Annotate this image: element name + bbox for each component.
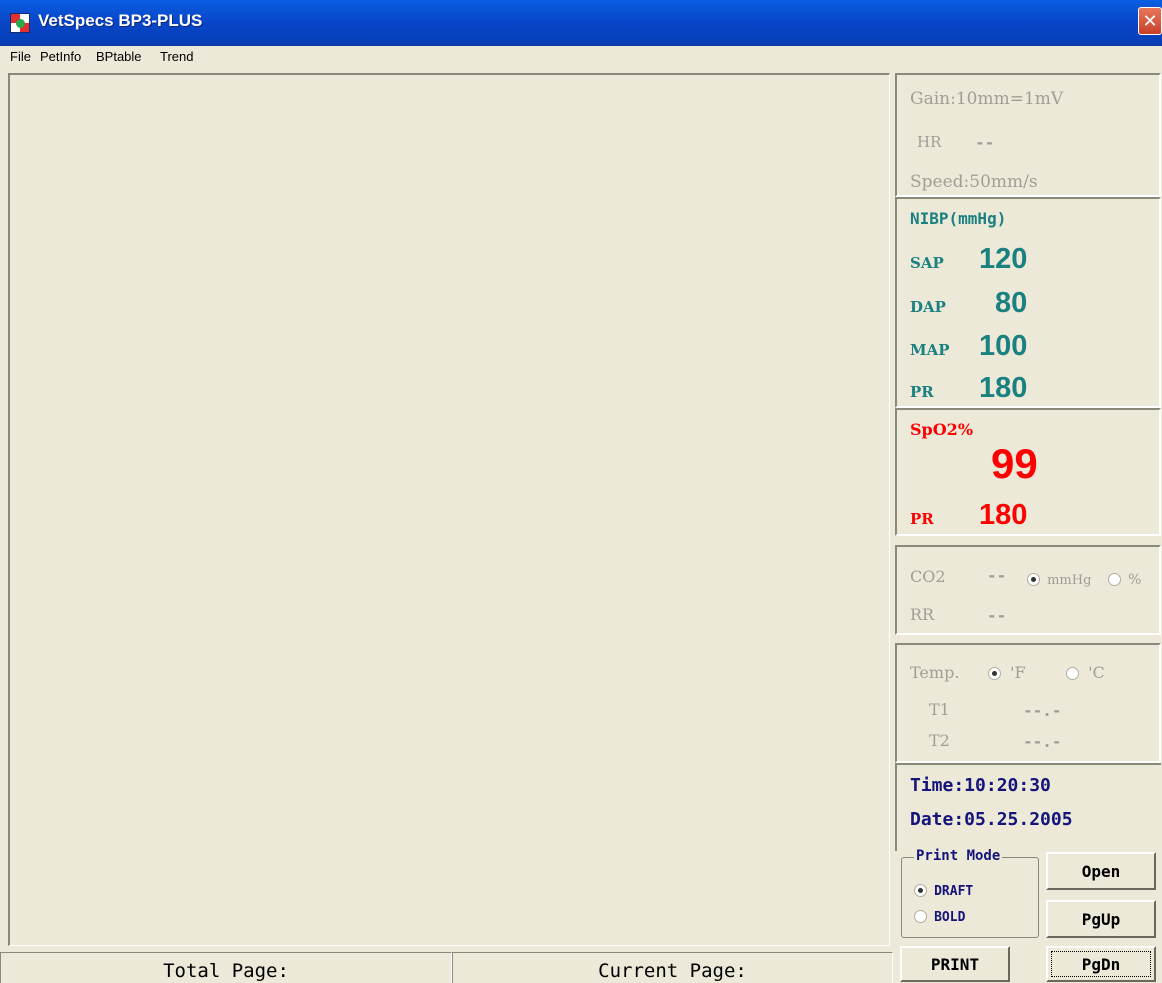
- bold-label: BOLD: [934, 910, 966, 925]
- co2-mmhg-label: mmHg: [1047, 573, 1092, 588]
- t1-value: --.-: [1023, 701, 1062, 720]
- co2-label: CO2: [910, 567, 946, 586]
- total-page-status: Total Page:: [0, 952, 452, 983]
- radio-icon: [914, 884, 927, 897]
- draft-radio[interactable]: DRAFT: [914, 880, 973, 899]
- dap-value: 80: [995, 287, 1028, 319]
- time-label: Time:10:20:30: [910, 775, 1051, 796]
- radio-icon: [914, 910, 927, 923]
- print-button[interactable]: PRINT: [900, 946, 1010, 982]
- nibp-panel: NIBP(mmHg) SAP 120 DAP 80 MAP 100 PR 180: [895, 197, 1161, 408]
- radio-icon: [1027, 573, 1040, 586]
- pgup-button[interactable]: PgUp: [1046, 900, 1156, 938]
- hr-value: --: [975, 133, 995, 152]
- pgdn-button[interactable]: PgDn: [1046, 946, 1156, 982]
- map-value: 100: [979, 330, 1028, 362]
- hr-label: HR: [917, 133, 942, 151]
- open-button[interactable]: Open: [1046, 852, 1156, 890]
- menu-trend[interactable]: Trend: [160, 49, 193, 64]
- nibp-title: NIBP(mmHg): [910, 209, 1007, 228]
- nibp-pr-value: 180: [979, 372, 1028, 404]
- draft-label: DRAFT: [934, 884, 974, 899]
- print-mode-group: Print Mode DRAFT BOLD: [901, 848, 1039, 938]
- clock-panel: Time:10:20:30 Date:05.25.2005: [895, 763, 1161, 851]
- gain-label: Gain:10mm=1mV: [910, 89, 1064, 109]
- spo2-pr-label: PR: [910, 510, 934, 528]
- spo2-pr-value: 180: [979, 499, 1028, 531]
- co2-panel: CO2 -- mmHg % RR --: [895, 545, 1161, 635]
- co2-percent-label: %: [1128, 572, 1142, 588]
- spo2-title: SpO2%: [910, 420, 974, 439]
- waveform-canvas[interactable]: [8, 73, 890, 946]
- t2-label: T2: [929, 731, 950, 750]
- window-title: VetSpecs BP3-PLUS: [38, 11, 203, 30]
- speed-label: Speed:50mm/s: [910, 172, 1038, 192]
- menu-bar: File PetInfo BPtable Trend: [0, 46, 1162, 70]
- radio-icon: [1108, 573, 1121, 586]
- dap-label: DAP: [910, 298, 946, 316]
- app-icon: [10, 13, 30, 33]
- rr-value: --: [987, 606, 1007, 625]
- current-page-label: Current Page:: [598, 960, 747, 982]
- co2-mmhg-radio[interactable]: mmHg: [1027, 569, 1091, 588]
- menu-file[interactable]: File: [10, 49, 31, 64]
- rr-label: RR: [910, 605, 935, 624]
- sap-label: SAP: [910, 254, 944, 272]
- sap-value: 120: [979, 243, 1028, 275]
- co2-value: --: [987, 566, 1007, 585]
- print-mode-title: Print Mode: [914, 848, 1003, 864]
- date-label: Date:05.25.2005: [910, 809, 1073, 830]
- radio-icon: [1066, 667, 1079, 680]
- title-bar: VetSpecs BP3-PLUS ✕: [0, 0, 1162, 46]
- total-page-label: Total Page:: [163, 960, 289, 982]
- temp-label: Temp.: [910, 663, 960, 682]
- radio-icon: [988, 667, 1001, 680]
- menu-bptable[interactable]: BPtable: [96, 49, 142, 64]
- t2-value: --.-: [1023, 732, 1062, 751]
- spo2-value: 99: [991, 440, 1038, 487]
- spo2-panel: SpO2% 99 PR 180: [895, 408, 1161, 536]
- bold-radio[interactable]: BOLD: [914, 906, 965, 925]
- temp-f-label: 'F: [1010, 663, 1026, 682]
- temp-panel: Temp. 'F 'C T1 --.- T2 --.-: [895, 643, 1161, 763]
- close-button[interactable]: ✕: [1138, 7, 1162, 35]
- t1-label: T1: [929, 700, 950, 719]
- co2-percent-radio[interactable]: %: [1108, 569, 1141, 588]
- temp-c-radio[interactable]: 'C: [1066, 663, 1105, 682]
- nibp-pr-label: PR: [910, 383, 934, 401]
- menu-petinfo[interactable]: PetInfo: [40, 49, 81, 64]
- ecg-panel: Gain:10mm=1mV HR -- Speed:50mm/s: [895, 73, 1161, 197]
- temp-c-label: 'C: [1088, 663, 1105, 682]
- map-label: MAP: [910, 341, 950, 359]
- temp-f-radio[interactable]: 'F: [988, 663, 1026, 682]
- current-page-status: Current Page:: [452, 952, 893, 983]
